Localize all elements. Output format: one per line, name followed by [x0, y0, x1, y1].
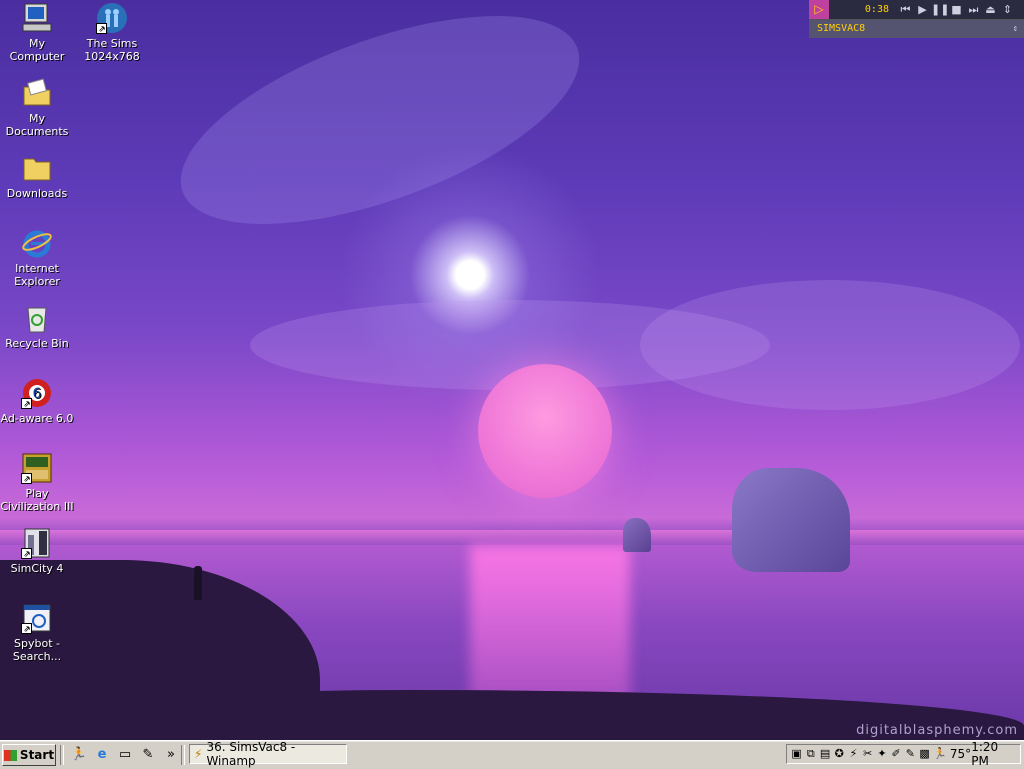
- desktop-icon-civilization[interactable]: ↗ Play Civilization III: [0, 452, 74, 513]
- desktop-icon-my-computer[interactable]: My Computer: [0, 2, 74, 63]
- computer-icon: [21, 2, 53, 34]
- tray-app-icon[interactable]: ▣: [791, 747, 802, 761]
- folder-icon: [21, 152, 53, 184]
- desktop-icon-internet-explorer[interactable]: Internet Explorer: [0, 227, 74, 288]
- desktop-icon-adaware[interactable]: 6 ↗ Ad-aware 6.0: [0, 377, 74, 425]
- taskbar-clock[interactable]: 1:20 PM: [971, 740, 1020, 768]
- taskbar: Start 🏃 e ▭ ✎ » ⚡ 36. SimsVac8 - Winamp …: [0, 740, 1024, 769]
- windows-logo-icon: [3, 749, 17, 761]
- desktop-icon-label: Spybot - Search...: [12, 637, 62, 663]
- large-rock: [732, 468, 850, 572]
- quicklaunch-internet-explorer-icon[interactable]: e: [93, 746, 111, 764]
- cloud: [640, 280, 1020, 410]
- civilization-icon: ↗: [21, 452, 53, 484]
- tray-tool-icon[interactable]: ✂: [862, 747, 873, 761]
- taskbar-separator: [60, 745, 64, 765]
- taskbar-button-label: 36. SimsVac8 - Winamp: [206, 740, 296, 768]
- desktop-wallpaper: digitalblasphemy.com: [0, 0, 1024, 740]
- tray-pen-icon[interactable]: ✐: [891, 747, 902, 761]
- previous-track-icon[interactable]: ⏮: [897, 3, 914, 17]
- sims-icon: ↗: [96, 2, 128, 34]
- small-rock: [623, 518, 651, 552]
- documents-folder-icon: [21, 77, 53, 109]
- quicklaunch-aim-icon[interactable]: 🏃: [70, 746, 88, 764]
- desktop-icon-label: Recycle Bin: [5, 337, 69, 350]
- internet-explorer-icon: [21, 227, 53, 259]
- tray-monitor-icon[interactable]: ▤: [819, 747, 830, 761]
- winamp-track-title: SIMSVAC8: [817, 23, 866, 34]
- tray-aim-icon[interactable]: 🏃: [933, 747, 947, 761]
- winamp-track-title-bar[interactable]: SIMSVAC8 ⇕: [809, 20, 1024, 38]
- desktop-icon-label: The Sims 1024x768: [84, 37, 140, 63]
- start-button[interactable]: Start: [2, 744, 56, 766]
- start-label: Start: [19, 748, 55, 762]
- system-tray: ▣ ⧉ ▤ ✪ ⚡ ✂ ✦ ✐ ✎ ▩ 🏃 75° 1:20 PM: [786, 740, 1021, 768]
- winamp-icon: ⚡: [194, 747, 203, 761]
- quicklaunch-show-desktop-icon[interactable]: ▭: [116, 746, 134, 764]
- tray-security-icon[interactable]: ✪: [834, 747, 845, 761]
- desktop-icon-label: Play Civilization III: [0, 487, 74, 513]
- svg-text:6: 6: [33, 386, 42, 402]
- tray-network-icon[interactable]: ⧉: [805, 747, 816, 761]
- desktop-icon-the-sims[interactable]: ↗ The Sims 1024x768: [75, 2, 149, 63]
- winamp-time: 0:38: [864, 4, 889, 15]
- shortcut-arrow-icon: ↗: [21, 623, 32, 634]
- spybot-icon: ↗: [21, 602, 53, 634]
- adaware-icon: 6 ↗: [21, 377, 53, 409]
- desktop-icon-label: Downloads: [6, 187, 68, 200]
- desktop-icon-label: My Computer: [9, 37, 65, 63]
- desktop-icon-spybot[interactable]: ↗ Spybot - Search...: [0, 602, 74, 663]
- shortcut-arrow-icon: ↗: [21, 473, 32, 484]
- tray-winamp-icon[interactable]: ⚡: [848, 747, 859, 761]
- desktop-icon-recycle-bin[interactable]: Recycle Bin: [0, 302, 74, 350]
- desktop-icon-label: Ad-aware 6.0: [0, 412, 74, 425]
- eject-icon[interactable]: ⏏: [982, 3, 999, 16]
- taskbar-separator: [181, 745, 185, 765]
- desktop-icon-my-documents[interactable]: My Documents: [0, 77, 74, 138]
- desktop-icon-simcity[interactable]: ↗ SimCity 4: [0, 527, 74, 575]
- tray-pen-icon[interactable]: ✎: [905, 747, 916, 761]
- play-icon[interactable]: ▶: [914, 3, 931, 16]
- desktop-icon-label: SimCity 4: [10, 562, 64, 575]
- setting-sun: [478, 364, 612, 498]
- standing-figure: [194, 566, 202, 600]
- shortcut-arrow-icon: ↗: [21, 548, 32, 559]
- recycle-bin-icon: [21, 302, 53, 334]
- shade-toggle-icon[interactable]: ⇕: [999, 3, 1016, 16]
- quicklaunch-app-icon[interactable]: ✎: [139, 746, 157, 764]
- quicklaunch-more-button[interactable]: »: [162, 746, 180, 764]
- winamp-player[interactable]: ▷ 0:38 ⏮ ▶ ❚❚ ■ ⏭ ⏏ ⇕ SIMSVAC8 ⇕: [809, 0, 1024, 39]
- winamp-controls-bar: ▷ 0:38 ⏮ ▶ ❚❚ ■ ⏭ ⏏ ⇕: [809, 0, 1024, 20]
- desktop-icon-label: Internet Explorer: [14, 262, 60, 288]
- stop-icon[interactable]: ■: [948, 3, 965, 16]
- next-track-icon[interactable]: ⏭: [965, 3, 982, 17]
- taskbar-button-winamp[interactable]: ⚡ 36. SimsVac8 - Winamp: [189, 740, 347, 768]
- cloud: [155, 0, 605, 267]
- pause-icon[interactable]: ❚❚: [931, 3, 949, 16]
- simcity-icon: ↗: [21, 527, 53, 559]
- wallpaper-watermark: digitalblasphemy.com: [856, 723, 1018, 738]
- winamp-logo-icon[interactable]: ▷: [809, 0, 829, 19]
- shortcut-arrow-icon: ↗: [21, 398, 32, 409]
- shortcut-arrow-icon: ↗: [96, 23, 107, 34]
- tray-temperature[interactable]: 75°: [950, 747, 971, 761]
- scroll-arrows-icon[interactable]: ⇕: [1013, 20, 1018, 38]
- desktop-icon-label: My Documents: [5, 112, 69, 138]
- tray-spybot-icon[interactable]: ✦: [876, 747, 887, 761]
- tray-antivirus-icon[interactable]: ▩: [919, 747, 930, 761]
- desktop-icon-downloads[interactable]: Downloads: [0, 152, 74, 200]
